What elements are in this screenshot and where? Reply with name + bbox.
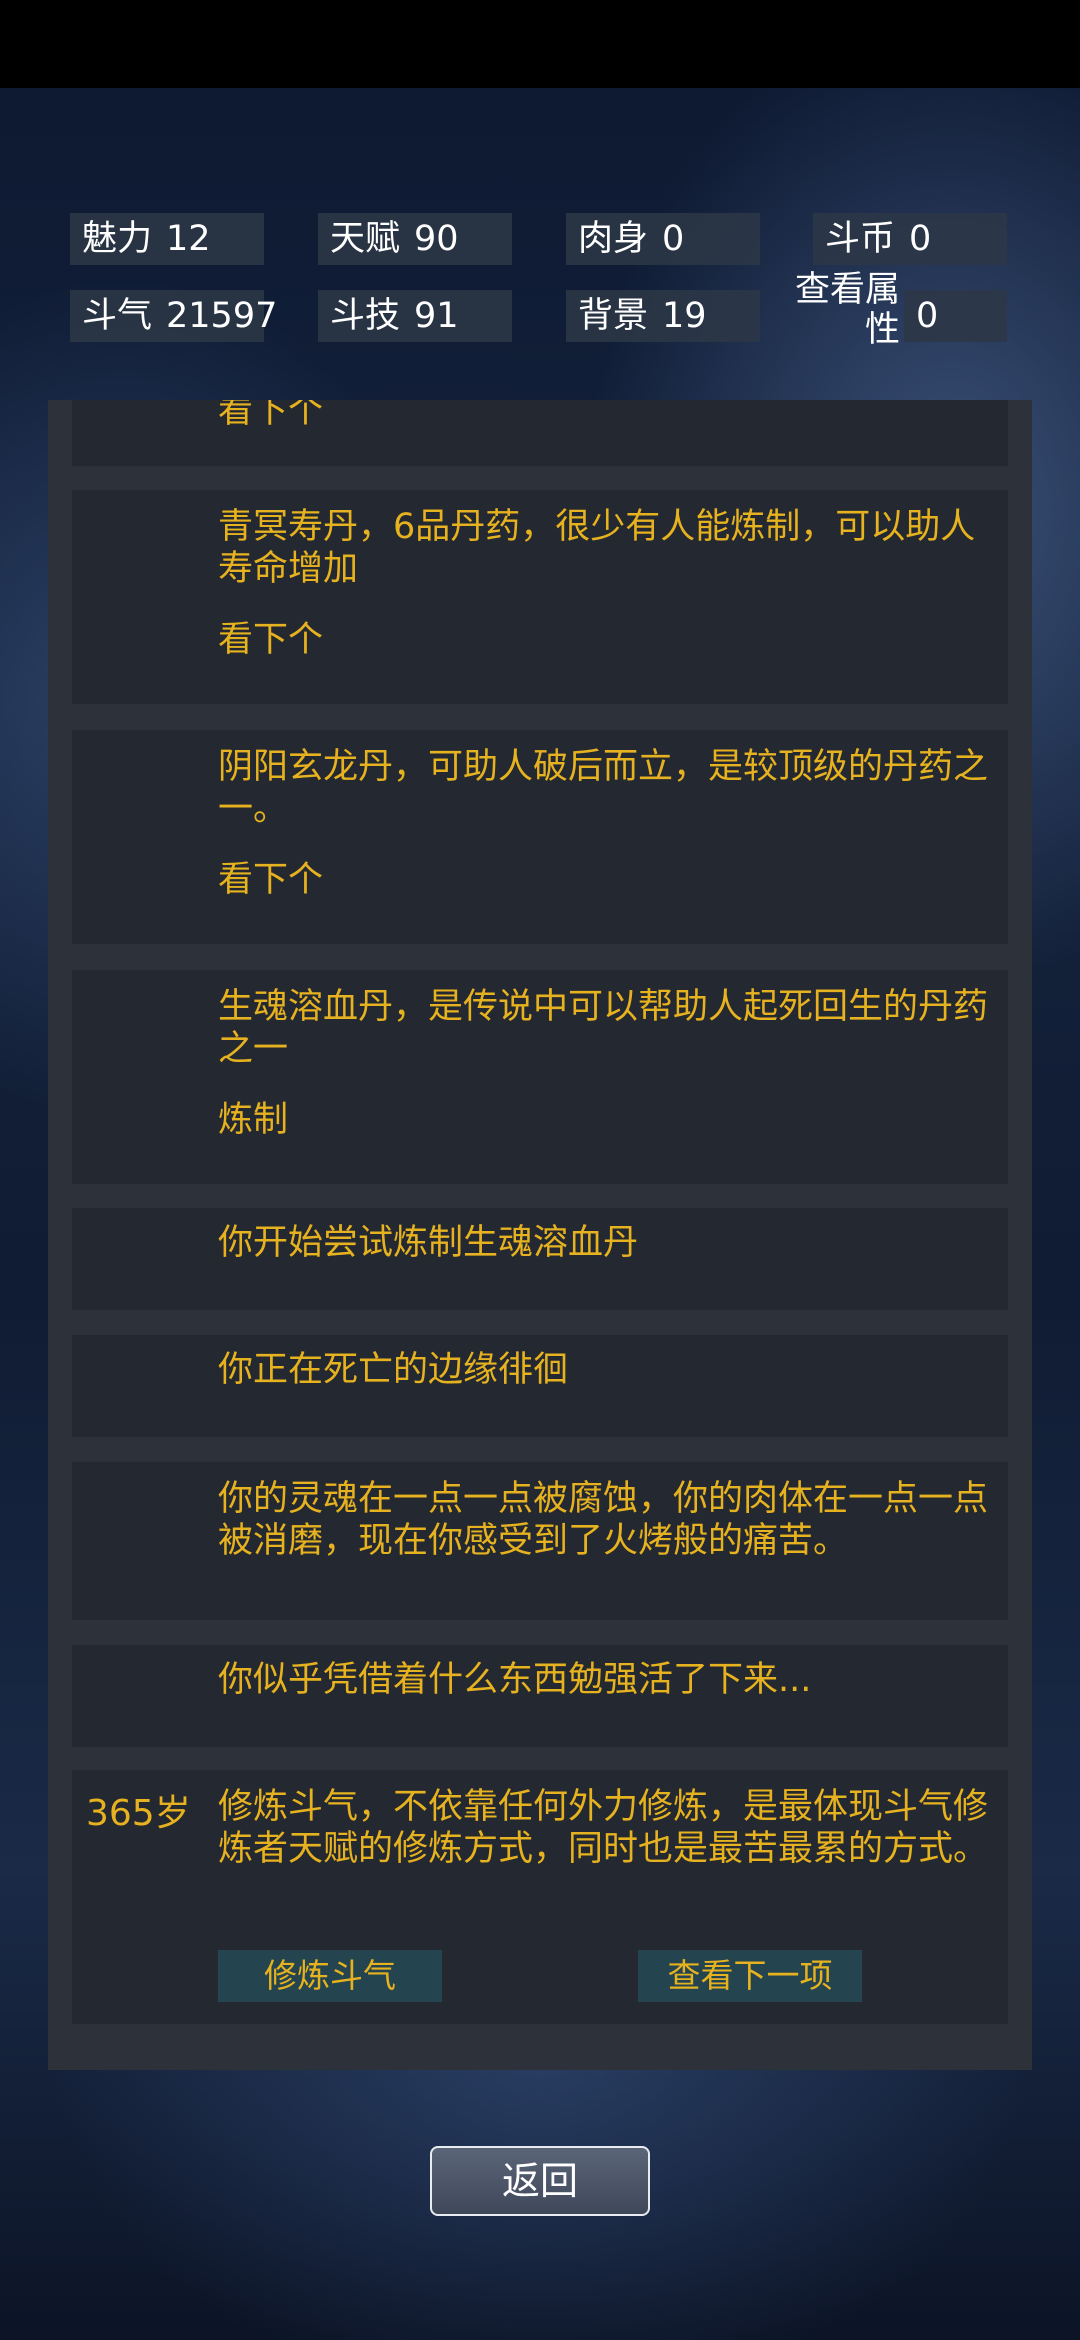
- stat-coin: 斗币 0: [813, 213, 1007, 265]
- log-entry: 青冥寿丹，6品丹药，很少有人能炼制，可以助人寿命增加 看下个: [72, 490, 1008, 704]
- log-entry: 看下个: [72, 400, 1008, 466]
- stat-view-attributes-value: 0: [904, 290, 1007, 342]
- stat-value: 0: [909, 219, 932, 259]
- stat-value: 19: [662, 296, 707, 336]
- train-douqi-button[interactable]: 修炼斗气: [218, 1950, 442, 2002]
- stat-label: 背景: [578, 296, 649, 336]
- next-link[interactable]: 看下个: [218, 400, 323, 432]
- log-entry: 你开始尝试炼制生魂溶血丹: [72, 1208, 1008, 1310]
- view-next-button[interactable]: 查看下一项: [638, 1950, 862, 2002]
- stat-value: 21597: [166, 296, 278, 336]
- stat-skill: 斗技 91: [318, 290, 512, 342]
- stat-value: 0: [662, 219, 685, 259]
- stat-label: 肉身: [578, 219, 649, 259]
- event-log-panel[interactable]: 看下个 青冥寿丹，6品丹药，很少有人能炼制，可以助人寿命增加 看下个 阴阳玄龙丹…: [48, 400, 1032, 2070]
- stat-label: 斗技: [330, 296, 401, 336]
- stat-label: 斗气: [82, 296, 153, 336]
- stat-body: 肉身 0: [566, 213, 760, 265]
- stat-douqi: 斗气 21597: [70, 290, 277, 342]
- view-attributes-label-line1: 查看属: [794, 270, 900, 310]
- log-entry: 你的灵魂在一点一点被腐蚀，你的肉体在一点一点被消磨，现在你感受到了火烤般的痛苦。: [72, 1462, 1008, 1620]
- stat-value: 90: [414, 219, 459, 259]
- stat-value: 0: [916, 296, 939, 336]
- status-bar: [0, 0, 1080, 88]
- log-text: 你似乎凭借着什么东西勉强活了下来...: [218, 1660, 812, 1700]
- log-entry-current: 365岁 修炼斗气，不依靠任何外力修炼，是最体现斗气修炼者天赋的修炼方式，同时也…: [72, 1770, 1008, 2024]
- stat-value: 91: [414, 296, 459, 336]
- log-text: 青冥寿丹，6品丹药，很少有人能炼制，可以助人寿命增加: [218, 507, 976, 589]
- stat-talent: 天赋 90: [318, 213, 512, 265]
- stat-background: 背景 19: [566, 290, 760, 342]
- next-link[interactable]: 看下个: [218, 619, 323, 661]
- log-text: 你开始尝试炼制生魂溶血丹: [218, 1223, 639, 1263]
- stat-value: 12: [166, 219, 211, 259]
- stat-charm: 魅力 12: [70, 213, 264, 265]
- log-text: 阴阳玄龙丹，可助人破后而立，是较顶级的丹药之一。: [218, 747, 989, 829]
- stat-label: 天赋: [330, 219, 401, 259]
- log-entry: 阴阳玄龙丹，可助人破后而立，是较顶级的丹药之一。 看下个: [72, 730, 1008, 944]
- log-text: 你的灵魂在一点一点被腐蚀，你的肉体在一点一点被消磨，现在你感受到了火烤般的痛苦。: [218, 1479, 989, 1561]
- refine-link[interactable]: 炼制: [218, 1099, 288, 1141]
- stat-label: 斗币: [825, 219, 896, 259]
- log-text: 修炼斗气，不依靠任何外力修炼，是最体现斗气修炼者天赋的修炼方式，同时也是最苦最累…: [218, 1787, 989, 1869]
- view-attributes-label-line2: 性: [864, 310, 900, 350]
- log-entry: 你似乎凭借着什么东西勉强活了下来...: [72, 1645, 1008, 1747]
- log-entry: 生魂溶血丹，是传说中可以帮助人起死回生的丹药之一 炼制: [72, 970, 1008, 1184]
- age-label: 365岁: [86, 1793, 191, 1834]
- log-entry: 你正在死亡的边缘徘徊: [72, 1335, 1008, 1437]
- log-text: 你正在死亡的边缘徘徊: [218, 1350, 569, 1390]
- stat-label: 魅力: [82, 219, 153, 259]
- view-attributes-label[interactable]: 查看属 性: [770, 270, 900, 350]
- log-text: 生魂溶血丹，是传说中可以帮助人起死回生的丹药之一: [218, 987, 989, 1069]
- next-link[interactable]: 看下个: [218, 859, 323, 901]
- back-button[interactable]: 返回: [430, 2146, 650, 2216]
